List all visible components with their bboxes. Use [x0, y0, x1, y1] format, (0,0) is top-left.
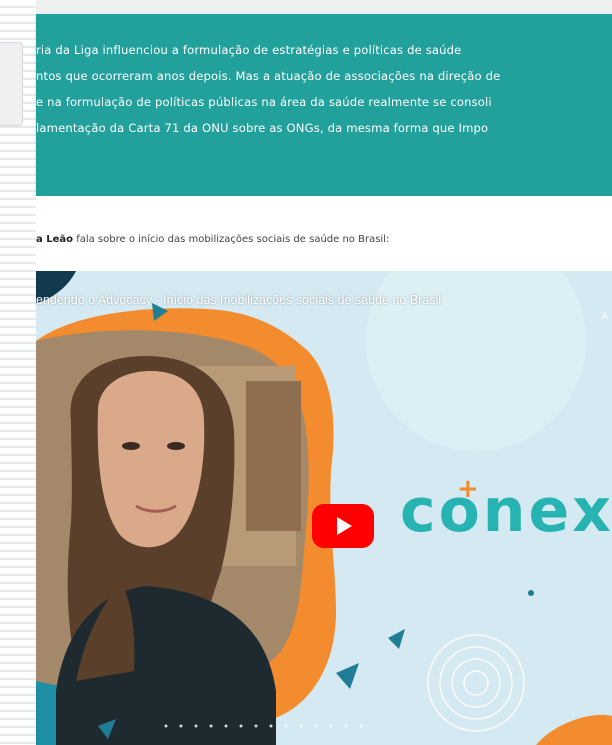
plus-icon: + [457, 474, 479, 504]
concentric-circles-decoration [427, 634, 525, 732]
banner-line: ntos que ocorreram anos depois. Mas a at… [36, 69, 501, 83]
teal-quote-banner: ria da Liga influenciou a formulação de … [36, 14, 612, 196]
margin-tab [0, 42, 23, 126]
caption-text: fala sobre o início das mobilizações soc… [73, 234, 390, 245]
speaker-name: a Leão [36, 234, 74, 245]
banner-line: e na formulação de políticas públicas na… [36, 95, 492, 109]
video-overlay-label[interactable]: A [601, 311, 608, 322]
youtube-video-embed[interactable]: endendo o Advocacy - Início das mobiliza… [36, 271, 612, 745]
video-caption: a Leão fala sobre o início das mobilizaç… [36, 234, 389, 245]
video-title[interactable]: endendo o Advocacy - Início das mobiliza… [36, 293, 441, 307]
browser-top-edge [0, 0, 612, 14]
banner-line: lamentação da Carta 71 da ONU sobre as O… [36, 121, 489, 135]
banner-line: ria da Liga influenciou a formulação de … [36, 43, 462, 57]
orange-swoosh-bottom [536, 714, 612, 745]
youtube-play-icon[interactable] [312, 504, 374, 548]
conex-logo-text: conex [400, 476, 612, 546]
